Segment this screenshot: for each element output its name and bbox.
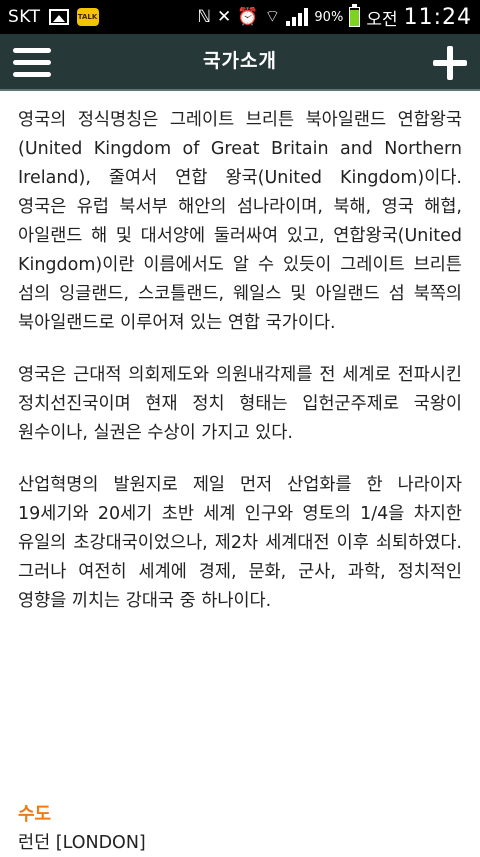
signal-strength-icon [286,8,309,26]
status-bar-left: SKT TALK [8,7,99,27]
menu-icon [13,72,51,77]
battery-icon [349,4,361,27]
menu-icon [13,60,51,65]
clock-time: 11:24 [403,4,472,30]
nfc-icon: ℕ [197,6,211,27]
add-button[interactable] [433,46,467,80]
paragraph-history: 산업혁명의 발원지로 제일 먼저 산업화를 한 나라이자 19세기와 20세기 … [18,475,462,611]
clock-ampm: 오전 [366,9,398,30]
country-description: 영국의 정식명칭은 그레이트 브리튼 북아일랜드 연합왕국(United Kin… [18,106,462,639]
battery-percent: 90% [314,9,344,25]
alarm-icon: ⏰ [237,6,259,27]
kakaotalk-notification-icon: TALK [76,8,99,26]
title-bar: 국가소개 [0,34,480,91]
page-title: 국가소개 [203,50,277,72]
gallery-notification-icon [48,9,69,25]
mute-icon: ✕ [217,6,232,27]
wifi-icon: ⌔ [264,6,281,27]
capital-heading: 수도 [18,804,52,825]
carrier-label: SKT [8,7,41,27]
menu-button[interactable] [13,48,51,77]
status-bar-right: ℕ ✕ ⏰ ⌔ 90% 오전 11:24 [197,4,472,30]
battery-level-fill [350,9,360,26]
status-bar: SKT TALK ℕ ✕ ⏰ ⌔ 90% 오전 11:24 [0,0,480,34]
paragraph-government: 영국은 근대적 의회제도와 의원내각제를 전 세계로 전파시킨 정치선진국이며 … [18,365,462,443]
menu-icon [13,48,51,53]
paragraph-official-name: 영국의 정식명칭은 그레이트 브리튼 북아일랜드 연합왕국(United Kin… [18,110,462,333]
